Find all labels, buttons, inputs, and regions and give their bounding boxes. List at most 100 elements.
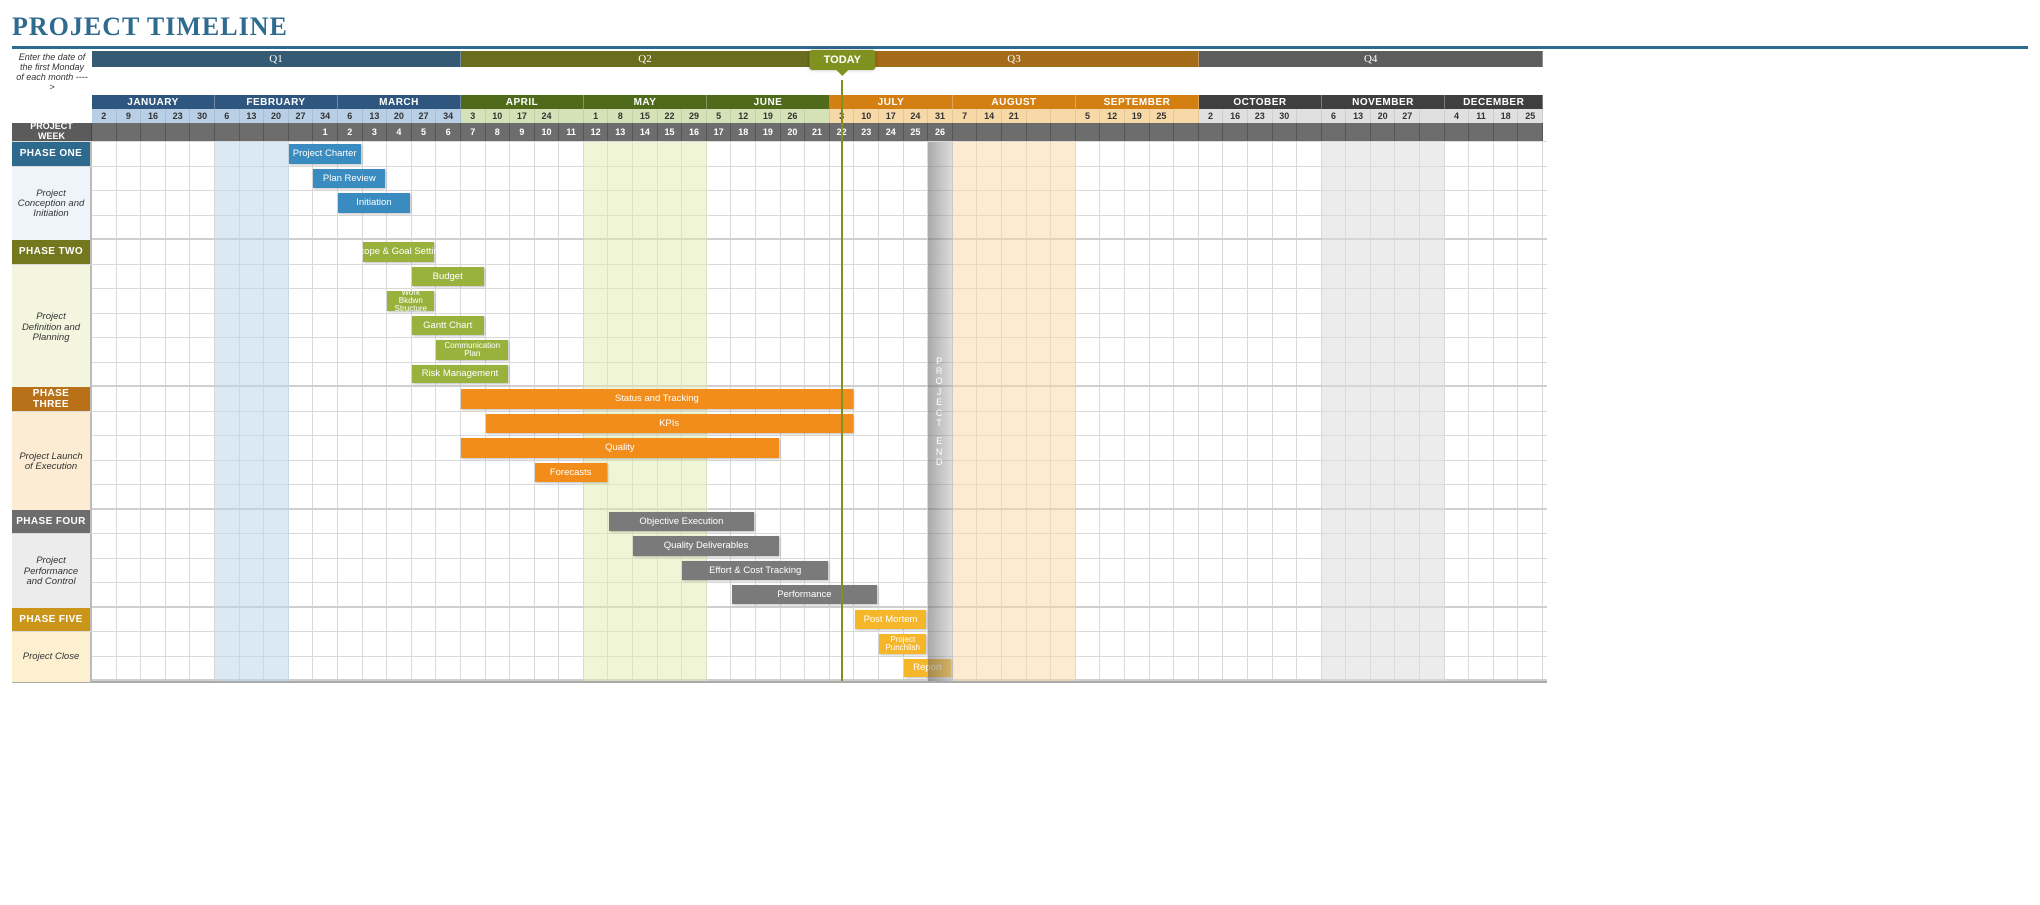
month-row: JANUARYFEBRUARYMARCHAPRILMAYJUNEJULYAUGU…	[12, 95, 1547, 109]
task-row: Effort & Cost Tracking	[12, 559, 1547, 584]
gantt-bar[interactable]: Performance	[732, 585, 878, 604]
gantt-bar[interactable]: Objective Execution	[609, 512, 755, 532]
month-cell: SEPTEMBER	[1076, 95, 1199, 109]
week-date-cell: 30	[1273, 109, 1298, 123]
project-week-cell	[1469, 123, 1494, 141]
week-date-cell: 34	[436, 109, 461, 123]
project-week-cell: 17	[707, 123, 732, 141]
project-week-cell: 26	[928, 123, 953, 141]
project-week-cell: 13	[608, 123, 633, 141]
week-date-cell	[1027, 109, 1052, 123]
project-week-cell	[1248, 123, 1273, 141]
week-date-cell: 27	[1395, 109, 1420, 123]
instruction-cell: Enter the date of the first Monday of ea…	[12, 51, 92, 95]
gantt-bar[interactable]: Effort & Cost Tracking	[682, 561, 828, 581]
week-date-cell	[1051, 109, 1076, 123]
phase-header: PHASE FOURObjective Execution	[12, 510, 1547, 535]
project-week-cell	[92, 123, 117, 141]
week-date-cell: 21	[1002, 109, 1027, 123]
gantt-bar[interactable]: Initiation	[338, 193, 410, 213]
project-week-cell	[215, 123, 240, 141]
week-date-cell: 13	[1346, 109, 1371, 123]
week-date-cell	[1297, 109, 1322, 123]
task-row: Communication Plan	[12, 338, 1547, 363]
month-cell: APRIL	[461, 95, 584, 109]
project-week-cell: 10	[535, 123, 560, 141]
phase-name: PHASE FIVE	[12, 608, 92, 632]
month-cell: OCTOBER	[1199, 95, 1322, 109]
week-date-cell: 2	[1199, 109, 1224, 123]
week-date-cell: 24	[904, 109, 929, 123]
gantt-bar[interactable]: Quality Deliverables	[633, 536, 779, 556]
task-row: Risk Management	[12, 363, 1547, 388]
week-date-cell: 6	[215, 109, 240, 123]
project-week-cell	[1125, 123, 1150, 141]
gantt-bar[interactable]: KPIs	[486, 414, 853, 434]
project-week-cell: 9	[510, 123, 535, 141]
quarter-row: Enter the date of the first Monday of ea…	[12, 51, 1547, 95]
week-date-cell: 9	[117, 109, 142, 123]
project-week-cell	[953, 123, 978, 141]
gantt-bar[interactable]: Gantt Chart	[412, 316, 484, 336]
gantt-bar[interactable]: Quality	[461, 438, 779, 458]
week-date-cell	[805, 109, 830, 123]
gantt-bar[interactable]: Project Punchlish	[879, 634, 926, 654]
week-date-cell: 3	[461, 109, 486, 123]
project-week-cell	[166, 123, 191, 141]
project-week-cell: 1	[313, 123, 338, 141]
phase-name: PHASE ONE	[12, 142, 92, 166]
project-week-cell	[1322, 123, 1347, 141]
week-date-cell: 19	[756, 109, 781, 123]
gantt-bar[interactable]: Plan Review	[313, 169, 385, 189]
project-week-cell: 21	[805, 123, 830, 141]
week-date-cell: 34	[313, 109, 338, 123]
week-date-cell: 6	[338, 109, 363, 123]
week-date-cell: 16	[141, 109, 166, 123]
week-date-cell: 26	[781, 109, 806, 123]
gantt-bar[interactable]: Work Bkdwn Structure	[387, 291, 434, 311]
project-week-cell	[1273, 123, 1298, 141]
project-week-cell	[141, 123, 166, 141]
week-date-cell: 16	[1223, 109, 1248, 123]
gantt-bar[interactable]: Scope & Goal Setting	[363, 242, 435, 262]
week-date-cell: 27	[412, 109, 437, 123]
project-week-cell: 14	[633, 123, 658, 141]
project-week-cell	[1076, 123, 1101, 141]
week-date-cell: 12	[1100, 109, 1125, 123]
week-date-cell: 20	[264, 109, 289, 123]
project-week-cell	[1371, 123, 1396, 141]
week-date-cell: 17	[510, 109, 535, 123]
month-cell: MAY	[584, 95, 707, 109]
quarter-cell: Q3	[830, 51, 1199, 67]
gantt-bar[interactable]: Communication Plan	[436, 340, 508, 360]
gantt-bar[interactable]: Risk Management	[412, 365, 508, 384]
task-row: Performance	[12, 583, 1547, 608]
project-week-cell: 2	[338, 123, 363, 141]
project-week-cell	[1346, 123, 1371, 141]
today-flag[interactable]: TODAY	[810, 50, 875, 70]
project-week-cell: 12	[584, 123, 609, 141]
task-row: Quality	[12, 436, 1547, 461]
gantt-bar[interactable]: Budget	[412, 267, 484, 287]
month-cell: JUNE	[707, 95, 830, 109]
week-date-cell: 24	[535, 109, 560, 123]
gantt-bar[interactable]: Report	[904, 659, 951, 678]
week-date-row: 2916233061320273461320273431017241815222…	[12, 109, 1547, 123]
gantt-body: PHASE ONEProject CharterProject Concepti…	[12, 141, 1547, 683]
week-date-cell: 10	[854, 109, 879, 123]
gantt-bar[interactable]: Status and Tracking	[461, 389, 853, 409]
week-date-cell: 12	[731, 109, 756, 123]
phase-side: Project Launch of Execution	[12, 412, 92, 513]
gantt-bar[interactable]: Post Mortem	[855, 610, 927, 630]
gantt-bar[interactable]: Forecasts	[535, 463, 607, 483]
project-week-cell	[1420, 123, 1445, 141]
week-date-cell: 20	[387, 109, 412, 123]
project-week-cell	[117, 123, 142, 141]
project-week-cell: 5	[412, 123, 437, 141]
quarter-cell: Q1	[92, 51, 461, 67]
project-week-cell: 7	[461, 123, 486, 141]
task-row: Forecasts	[12, 461, 1547, 486]
project-week-cell	[1051, 123, 1076, 141]
week-date-cell: 20	[1371, 109, 1396, 123]
gantt-bar[interactable]: Project Charter	[289, 144, 361, 164]
